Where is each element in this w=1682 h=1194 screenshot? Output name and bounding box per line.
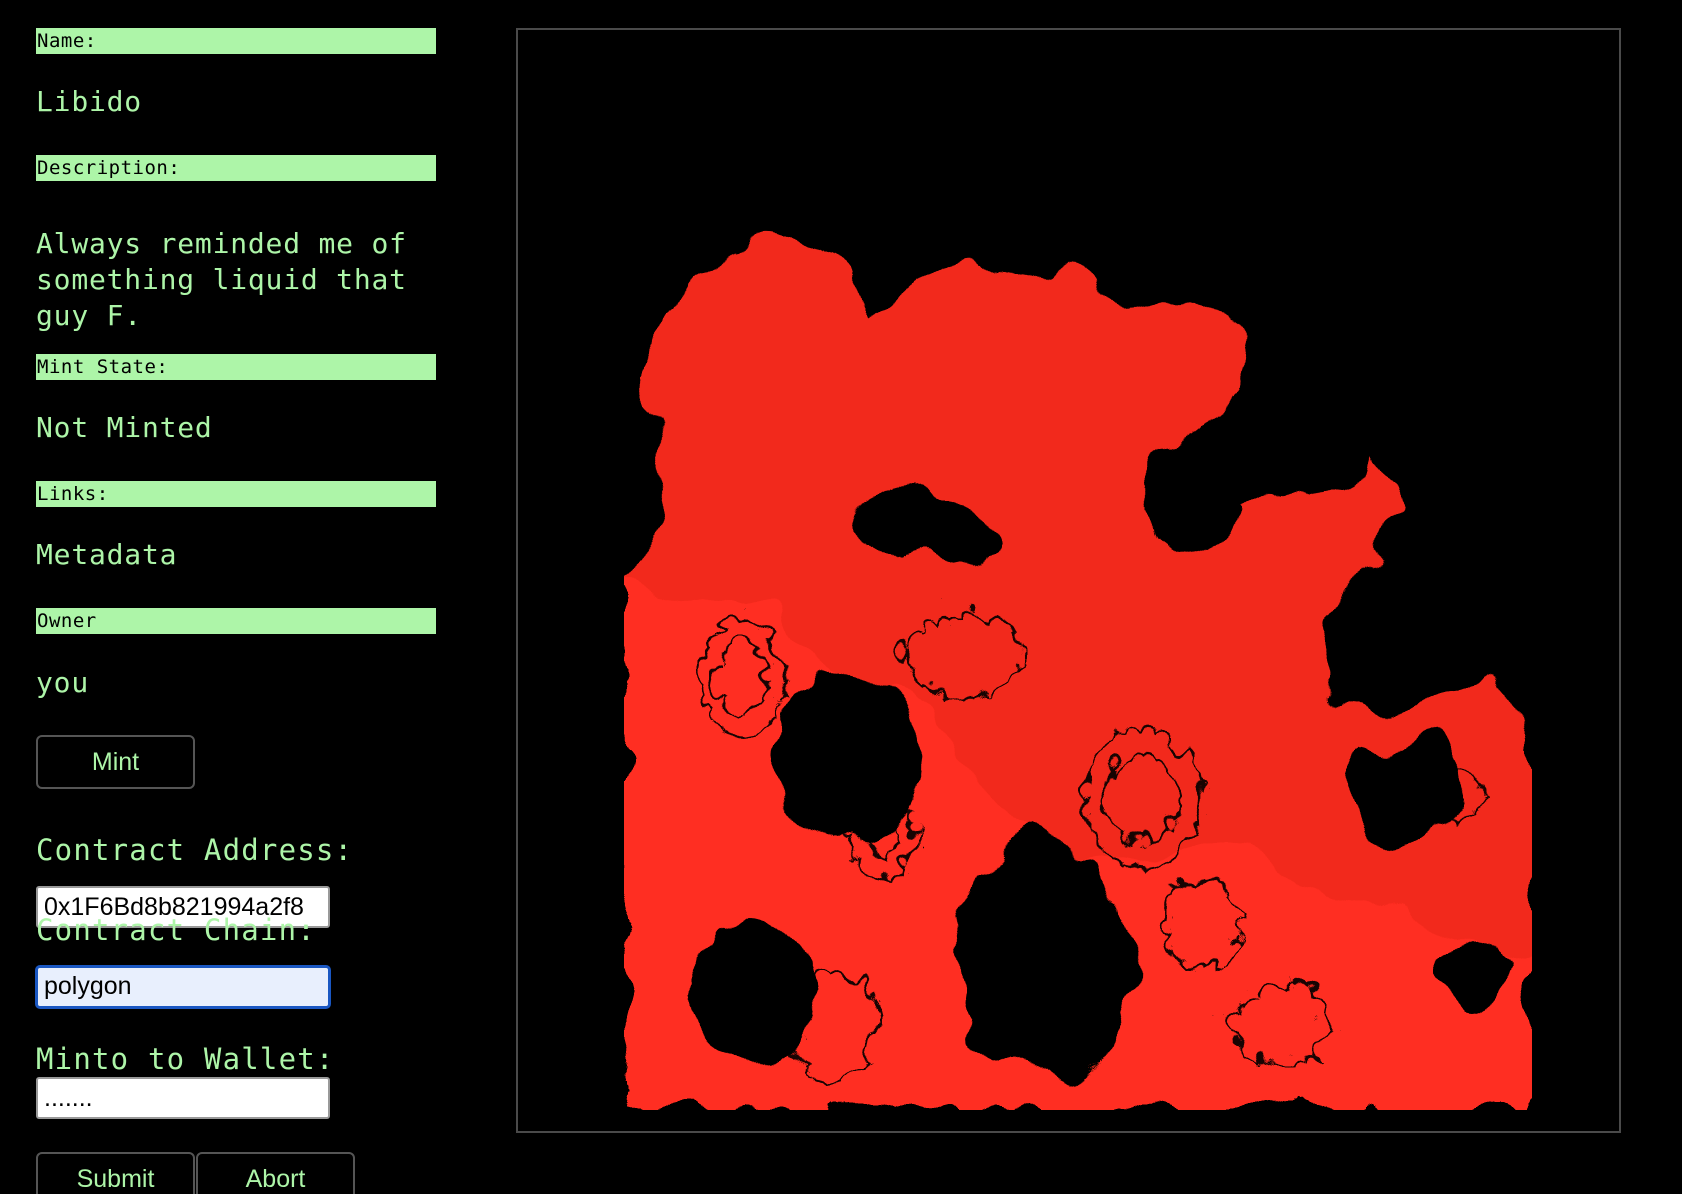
- description-header: Description:: [36, 155, 436, 181]
- owner-header: Owner: [36, 608, 436, 634]
- description-value: Always reminded me of something liquid t…: [36, 227, 407, 332]
- contract-chain-label: Contract Chain:: [36, 913, 316, 947]
- links-header: Links:: [36, 481, 436, 507]
- artwork-frame: [516, 28, 1621, 1133]
- name-value: Libido: [36, 85, 142, 118]
- abort-button[interactable]: Abort: [196, 1152, 355, 1194]
- mint-button[interactable]: Mint: [36, 735, 195, 789]
- mint-state-value: Not Minted: [36, 411, 213, 444]
- artwork-image: [624, 245, 1532, 1110]
- wallet-input[interactable]: .......: [36, 1077, 330, 1119]
- contract-address-label: Contract Address:: [36, 833, 354, 867]
- wallet-label: Minto to Wallet:: [36, 1042, 335, 1076]
- mint-state-header: Mint State:: [36, 354, 436, 380]
- owner-value: you: [36, 666, 89, 699]
- metadata-link[interactable]: Metadata: [36, 537, 177, 573]
- submit-button[interactable]: Submit: [36, 1152, 195, 1194]
- contract-chain-input[interactable]: polygon: [35, 965, 331, 1009]
- name-header: Name:: [36, 28, 436, 54]
